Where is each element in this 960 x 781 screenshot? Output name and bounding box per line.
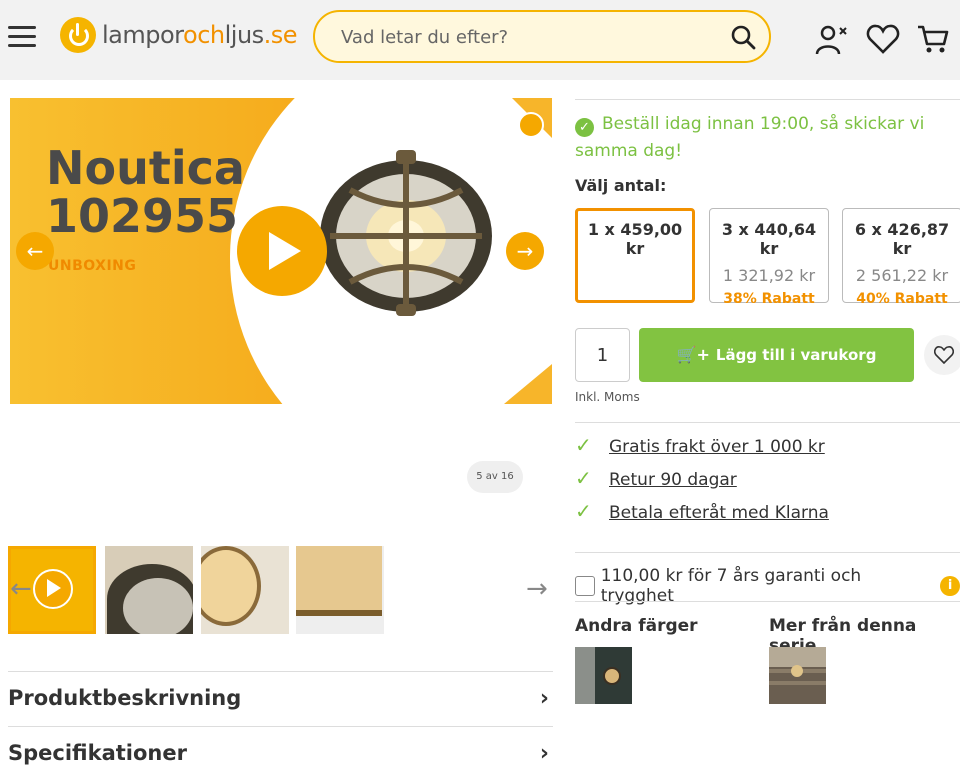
play-video-button[interactable]: [237, 206, 327, 296]
brand-badge-icon: [518, 112, 544, 138]
thumbnail[interactable]: [296, 546, 384, 634]
heart-icon[interactable]: [866, 22, 900, 56]
quantity-option-3[interactable]: 3 x 440,64 kr 1 321,92 kr 38% Rabatt: [709, 208, 829, 307]
quantity-option-1[interactable]: 1 x 459,00 kr: [575, 208, 695, 303]
accordion-specifications[interactable]: Specifikationer ›: [8, 726, 553, 781]
cart-plus-icon: 🛒+: [676, 345, 710, 364]
thumbnail-next-icon[interactable]: →: [526, 574, 548, 604]
accordion-product-description[interactable]: Produktbeskrivning ›: [8, 671, 553, 726]
check-circle-icon: ✓: [575, 118, 594, 137]
tax-note: Inkl. Moms: [575, 390, 640, 404]
heart-icon: [934, 346, 954, 364]
gallery-next-button[interactable]: →: [506, 232, 544, 270]
series-product-thumbnail[interactable]: [769, 647, 826, 704]
check-icon: ✓: [575, 466, 592, 490]
site-header: lamporochljus.se: [0, 0, 960, 80]
site-logo[interactable]: lamporochljus.se: [60, 16, 298, 54]
logo-mark-icon: [60, 17, 96, 53]
search-input[interactable]: [341, 25, 721, 49]
thumbnail[interactable]: [105, 546, 193, 634]
check-icon: ✓: [575, 499, 592, 523]
quantity-option-6[interactable]: 6 x 426,87 kr 2 561,22 kr 40% Rabatt: [842, 208, 960, 307]
usp-link[interactable]: Retur 90 dagar: [609, 470, 737, 490]
thumbnail[interactable]: [201, 546, 289, 634]
product-lamp-image: [320, 150, 492, 316]
video-subtitle: UNBOXING: [48, 258, 137, 274]
color-variant-thumbnail[interactable]: [575, 647, 632, 704]
account-icon[interactable]: [814, 22, 848, 56]
menu-icon[interactable]: [8, 26, 36, 48]
usp-item: ✓ Betala efteråt med Klarna: [575, 499, 829, 523]
search-icon[interactable]: [729, 23, 757, 51]
add-to-cart-button[interactable]: 🛒+ Lägg till i varukorg: [639, 328, 914, 382]
usp-item: ✓ Retur 90 dagar: [575, 466, 737, 490]
wishlist-button[interactable]: [924, 335, 960, 375]
usp-link[interactable]: Gratis frakt över 1 000 kr: [609, 437, 825, 457]
search-bar: [313, 10, 771, 63]
other-colors-heading: Andra färger: [575, 616, 698, 636]
info-icon[interactable]: i: [940, 576, 960, 596]
gallery-counter: 5 av 16: [467, 461, 523, 493]
chevron-right-icon: ›: [539, 741, 549, 766]
quantity-label: Välj antal:: [575, 176, 667, 195]
usp-item: ✓ Gratis frakt över 1 000 kr: [575, 433, 825, 457]
thumbnail-prev-icon[interactable]: ←: [10, 574, 32, 604]
chevron-right-icon: ›: [539, 686, 549, 711]
gallery-prev-button[interactable]: ←: [16, 232, 54, 270]
logo-text: lamporochljus.se: [102, 21, 298, 49]
cart-icon[interactable]: [916, 22, 950, 56]
check-icon: ✓: [575, 433, 592, 457]
usp-link[interactable]: Betala efteråt med Klarna: [609, 503, 829, 523]
product-media-slide[interactable]: Noutica 102955 UNBOXING ← →: [10, 98, 552, 404]
warranty-option: 110,00 kr för 7 års garanti och trygghet…: [575, 566, 960, 606]
delivery-notice: ✓ Beställ idag innan 19:00, så skickar vi…: [575, 114, 925, 161]
video-title: Noutica 102955: [46, 141, 245, 243]
warranty-checkbox[interactable]: [575, 576, 595, 596]
quantity-input[interactable]: [575, 328, 630, 382]
